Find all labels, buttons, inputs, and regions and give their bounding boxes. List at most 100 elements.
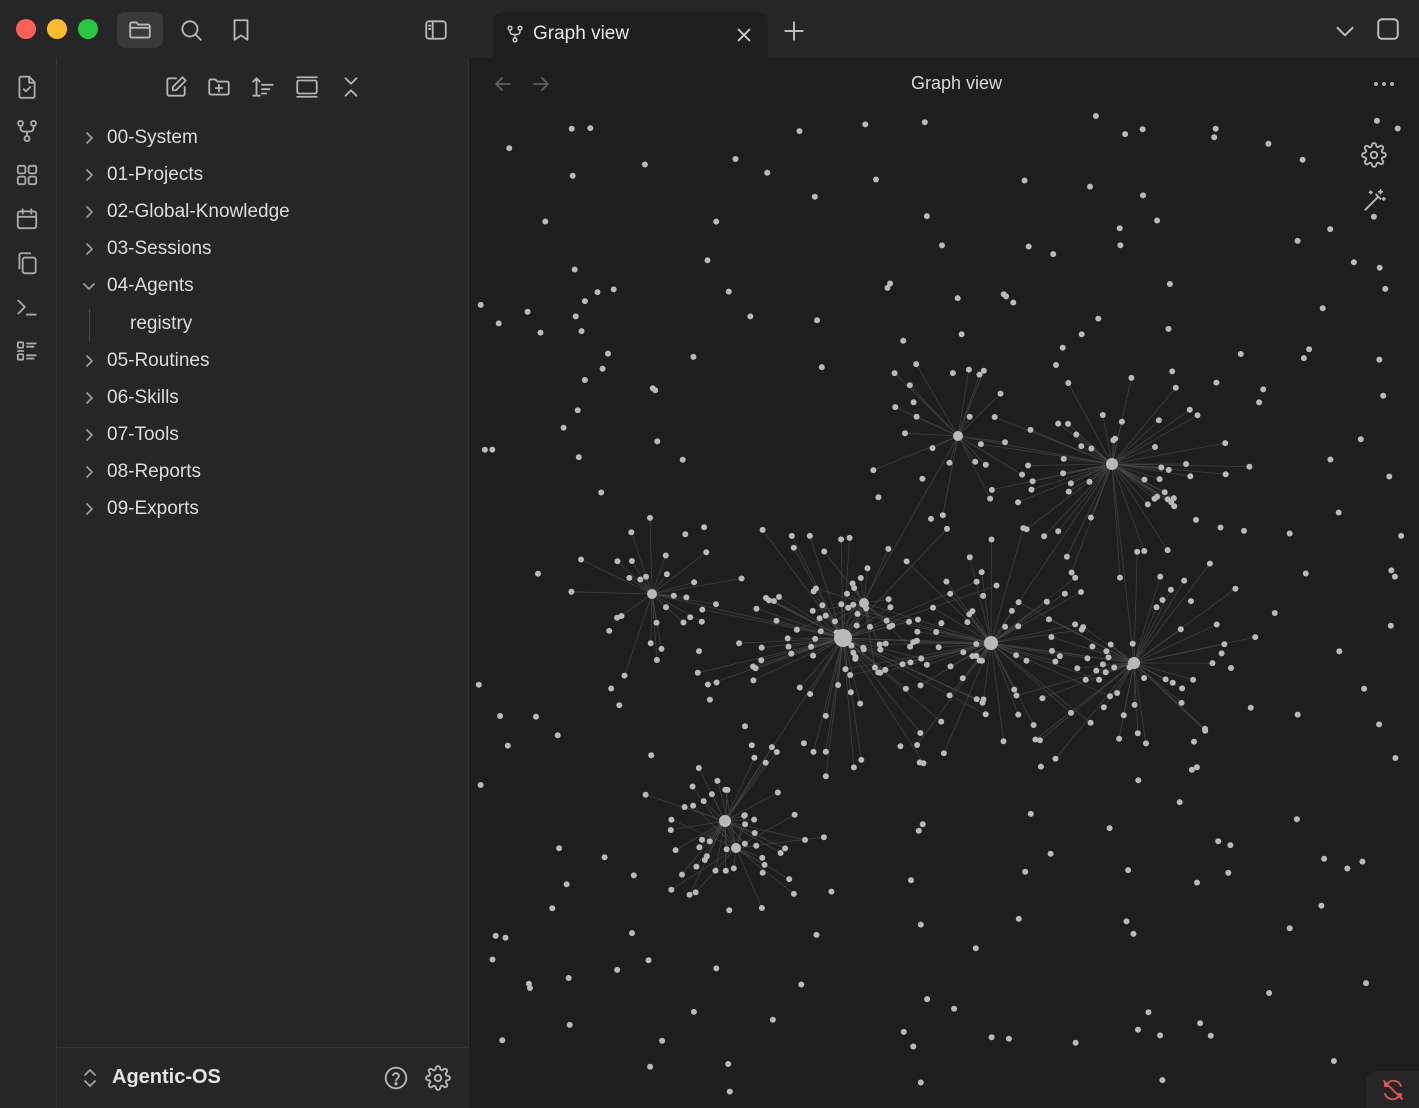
graph-node xyxy=(601,854,608,861)
graph-node xyxy=(980,592,987,599)
graph-node xyxy=(798,981,805,988)
graph-node xyxy=(858,756,865,763)
graph-node xyxy=(1218,650,1225,657)
graph-node xyxy=(481,446,488,453)
graph-node xyxy=(663,604,669,611)
graph-node xyxy=(921,119,928,126)
ribbon-outline[interactable] xyxy=(14,338,40,364)
graph-node xyxy=(696,648,702,655)
graph-node xyxy=(742,821,749,828)
window-minimize-button[interactable] xyxy=(47,19,67,39)
graph-node xyxy=(972,458,979,465)
graph-node xyxy=(862,121,869,128)
toggle-left-sidebar-button[interactable] xyxy=(413,12,459,48)
new-folder-button[interactable] xyxy=(206,74,232,100)
graph-node xyxy=(701,857,708,863)
ribbon-daily-note[interactable] xyxy=(14,206,40,232)
folder-02-global-knowledge[interactable]: 02-Global-Knowledge xyxy=(77,197,457,227)
graph-node xyxy=(1107,693,1113,700)
graph-node xyxy=(1363,980,1369,987)
folder-01-projects[interactable]: 01-Projects xyxy=(77,160,457,190)
sort-order-button[interactable] xyxy=(250,74,276,100)
new-tab-button[interactable] xyxy=(781,18,807,44)
folder-04-agents[interactable]: 04-Agents xyxy=(77,271,457,301)
file-icon xyxy=(18,75,36,99)
bookmarks-button[interactable] xyxy=(218,12,264,48)
chevron-right-icon xyxy=(77,237,101,261)
graph-node xyxy=(897,743,904,750)
settings-button[interactable] xyxy=(425,1065,451,1091)
graph-node xyxy=(1100,704,1107,711)
file-explorer-button[interactable] xyxy=(117,12,163,48)
tab-close-button[interactable] xyxy=(733,24,755,46)
graph-node xyxy=(1221,641,1228,648)
graph-node xyxy=(938,620,945,627)
graph-node xyxy=(1067,480,1074,487)
ribbon-terminal[interactable] xyxy=(14,294,40,320)
graph-edge xyxy=(917,631,992,644)
folder-06-skills[interactable]: 06-Skills xyxy=(77,383,457,413)
graph-canvas[interactable] xyxy=(469,108,1419,1108)
graph-edge xyxy=(1092,646,1135,664)
graph-node xyxy=(1265,140,1272,147)
ribbon-quick-switcher[interactable] xyxy=(14,74,40,100)
graph-node xyxy=(864,565,871,572)
graph-node xyxy=(906,382,913,389)
vault-name[interactable]: Agentic-OS xyxy=(112,1066,221,1089)
ribbon-canvas[interactable] xyxy=(14,162,40,188)
graph-node xyxy=(574,407,581,414)
auto-reveal-button[interactable] xyxy=(294,74,320,100)
graph-node xyxy=(537,329,544,336)
graph-node xyxy=(679,871,685,878)
graph-edge xyxy=(990,577,1076,644)
folder-09-exports[interactable]: 09-Exports xyxy=(77,494,457,524)
window-zoom-button[interactable] xyxy=(78,19,98,39)
animate-graph-button[interactable] xyxy=(1361,188,1387,214)
graph-node xyxy=(700,798,707,805)
graph-node xyxy=(1232,585,1239,592)
graph-node xyxy=(606,627,613,634)
graph-node xyxy=(933,629,940,635)
folder-08-reports[interactable]: 08-Reports xyxy=(77,457,457,487)
folder-03-sessions[interactable]: 03-Sessions xyxy=(77,234,457,264)
graph-node xyxy=(923,213,930,220)
folder-05-routines[interactable]: 05-Routines xyxy=(77,346,457,376)
vault-switcher-button[interactable] xyxy=(79,1065,101,1091)
folder-00-system[interactable]: 00-System xyxy=(77,123,457,153)
graph-node xyxy=(1086,478,1093,485)
more-options-button[interactable] xyxy=(1371,72,1397,96)
search-button[interactable] xyxy=(168,12,214,48)
graph-node xyxy=(533,713,539,720)
help-button[interactable] xyxy=(383,1065,409,1091)
graph-edge xyxy=(761,637,844,648)
graph-node xyxy=(884,284,891,291)
graph-node xyxy=(1052,658,1059,665)
graph-node xyxy=(1164,547,1171,554)
graph-settings-button[interactable] xyxy=(1361,142,1387,168)
graph-node xyxy=(984,636,998,650)
window-close-button[interactable] xyxy=(16,19,36,39)
collapse-all-button[interactable] xyxy=(338,74,364,100)
graph-node xyxy=(949,370,956,376)
window-layout-button[interactable] xyxy=(1375,16,1403,44)
chevrons-up-down-icon xyxy=(84,1069,96,1087)
graph-node xyxy=(1213,379,1220,386)
graph-node xyxy=(1161,489,1168,496)
file-registry[interactable]: registry xyxy=(130,309,192,339)
graph-edge xyxy=(909,385,959,437)
graph-edge xyxy=(1035,662,1135,740)
folder-07-tools[interactable]: 07-Tools xyxy=(77,420,457,450)
graph-node xyxy=(1019,471,1026,478)
graph-node xyxy=(973,696,980,703)
ribbon-templates[interactable] xyxy=(14,250,40,276)
graph-node xyxy=(647,589,657,599)
sync-status[interactable] xyxy=(1366,1071,1419,1108)
ribbon-graph-view[interactable] xyxy=(14,118,40,144)
graph-node xyxy=(649,385,656,392)
tab-graph-view[interactable]: Graph view xyxy=(493,12,768,58)
graph-node xyxy=(628,558,635,564)
tab-list-button[interactable] xyxy=(1332,18,1358,44)
graph-node xyxy=(908,877,914,884)
graph-node xyxy=(1190,676,1197,683)
new-note-button[interactable] xyxy=(163,74,189,100)
